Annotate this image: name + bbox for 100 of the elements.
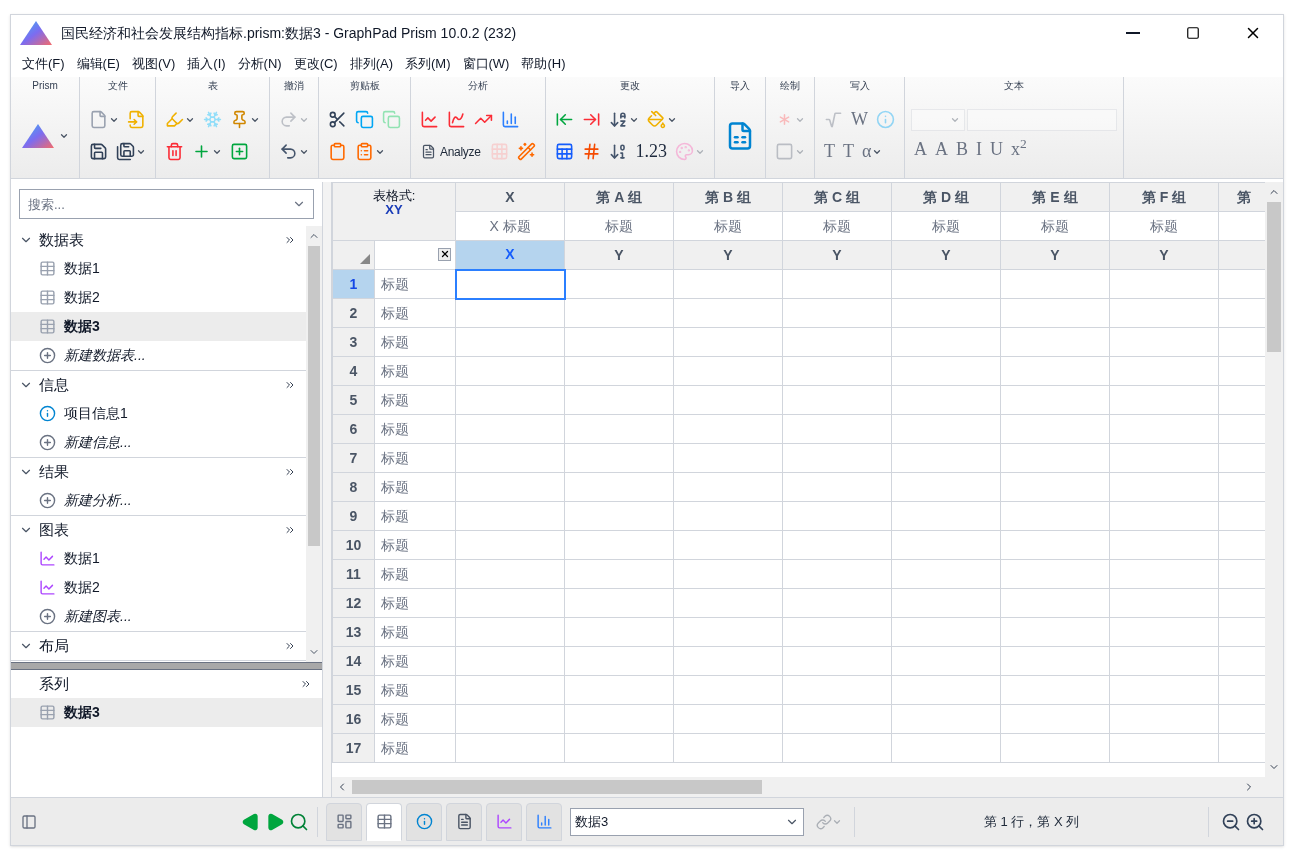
section-header[interactable]: 布局 xyxy=(11,632,306,660)
sheet-select[interactable]: 数据3 xyxy=(570,807,804,836)
row-title-placeholder[interactable]: 标题 xyxy=(381,536,409,553)
next-button[interactable] xyxy=(265,811,285,832)
menu-item[interactable]: 插入(I) xyxy=(182,54,231,74)
row-title-placeholder[interactable]: 标题 xyxy=(381,507,409,524)
previous-button[interactable] xyxy=(241,811,261,832)
row-title-placeholder[interactable]: 标题 xyxy=(381,391,409,408)
row-title-placeholder[interactable]: 标题 xyxy=(381,739,409,756)
scroll-thumb[interactable] xyxy=(1267,202,1281,352)
row-title-placeholder[interactable]: 标题 xyxy=(381,681,409,698)
row-number[interactable]: 5 xyxy=(332,385,375,415)
row-number[interactable]: 15 xyxy=(332,675,375,705)
menu-item[interactable]: 更改(C) xyxy=(288,54,343,74)
section-header[interactable]: 数据表 xyxy=(11,226,306,254)
row-number[interactable]: 16 xyxy=(332,704,375,734)
navigator-item[interactable]: 项目信息1 xyxy=(11,399,306,428)
sheet-tab[interactable] xyxy=(526,802,562,841)
navigator-item[interactable]: 新建图表... xyxy=(11,602,306,631)
row-number[interactable]: 3 xyxy=(332,327,375,357)
section-header[interactable]: 图表 xyxy=(11,516,306,544)
section-header[interactable]: 信息 xyxy=(11,371,306,399)
row-number[interactable]: 1 xyxy=(332,269,375,299)
sheet-tab[interactable] xyxy=(406,802,442,841)
column-type-cell[interactable]: Y xyxy=(782,240,892,270)
navigator-toggle-button[interactable] xyxy=(21,813,37,830)
row-title-placeholder[interactable]: 标题 xyxy=(381,362,409,379)
menu-item[interactable]: 系列(M) xyxy=(400,54,456,74)
menu-item[interactable]: 分析(N) xyxy=(232,54,287,74)
row-title-placeholder[interactable]: 标题 xyxy=(381,594,409,611)
column-subtitle[interactable]: 标题 xyxy=(605,217,633,234)
column-header[interactable]: X xyxy=(455,182,565,212)
analyze-button[interactable]: Analyze xyxy=(417,139,485,164)
row-title-placeholder[interactable]: 标题 xyxy=(381,652,409,669)
column-subtitle[interactable]: 标题 xyxy=(1150,217,1178,234)
search-field[interactable]: 搜索... xyxy=(19,189,314,219)
menu-item[interactable]: 编辑(E) xyxy=(71,54,125,74)
row-number[interactable]: 8 xyxy=(332,472,375,502)
column-type-cell[interactable]: Y xyxy=(891,240,1001,270)
column-header[interactable]: 第 A 组 xyxy=(564,182,674,212)
row-title-placeholder[interactable]: 标题 xyxy=(381,333,409,350)
row-number[interactable]: 14 xyxy=(332,646,375,676)
row-title-placeholder[interactable]: 标题 xyxy=(381,710,409,727)
navigator-item[interactable]: 数据1 xyxy=(11,544,306,573)
navigator-item[interactable]: 数据3 xyxy=(11,698,322,727)
column-subtitle[interactable]: 标题 xyxy=(1041,217,1069,234)
row-number[interactable]: 7 xyxy=(332,443,375,473)
scrollbar[interactable] xyxy=(306,226,322,662)
column-header[interactable]: 第 E 组 xyxy=(1000,182,1110,212)
find-button[interactable] xyxy=(289,811,309,832)
close-button[interactable] xyxy=(438,247,451,261)
navigator-item[interactable]: 数据3 xyxy=(11,312,306,341)
column-header[interactable]: 第 xyxy=(1218,182,1265,212)
menu-item[interactable]: 文件(F) xyxy=(17,54,70,74)
column-type-cell[interactable]: Y xyxy=(564,240,674,270)
column-type-cell[interactable]: Y xyxy=(1109,240,1219,270)
scrollbar[interactable] xyxy=(332,777,1283,797)
row-number[interactable]: 6 xyxy=(332,414,375,444)
column-header[interactable]: 第 C 组 xyxy=(782,182,892,212)
navigator-item[interactable]: 数据1 xyxy=(11,254,306,283)
row-title-placeholder[interactable]: 标题 xyxy=(381,623,409,640)
scroll-thumb[interactable] xyxy=(352,780,762,794)
column-type-cell[interactable]: X xyxy=(455,240,565,270)
row-number[interactable]: 13 xyxy=(332,617,375,647)
format-button[interactable]: 1.23 xyxy=(632,138,671,165)
zoom-in-button[interactable] xyxy=(1245,811,1265,832)
row-number[interactable]: 17 xyxy=(332,733,375,763)
column-type-cell[interactable]: Y xyxy=(673,240,783,270)
menu-item[interactable]: 帮助(H) xyxy=(516,54,571,74)
sheet-tab[interactable] xyxy=(366,802,402,841)
column-header[interactable]: 第 F 组 xyxy=(1109,182,1219,212)
data-cell[interactable] xyxy=(455,269,565,299)
column-type-cell[interactable]: Y xyxy=(1000,240,1110,270)
column-subtitle[interactable]: 标题 xyxy=(823,217,851,234)
column-subtitle[interactable]: 标题 xyxy=(714,217,742,234)
row-number[interactable]: 2 xyxy=(332,298,375,328)
row-title-placeholder[interactable]: 标题 xyxy=(381,478,409,495)
sheet-tab[interactable] xyxy=(326,802,362,841)
navigator-item[interactable]: 新建分析... xyxy=(11,486,306,515)
column-header[interactable]: 第 D 组 xyxy=(891,182,1001,212)
navigator-item[interactable]: 新建信息... xyxy=(11,428,306,457)
row-title-placeholder[interactable]: 标题 xyxy=(381,565,409,582)
zoom-out-button[interactable] xyxy=(1221,811,1241,832)
row-number[interactable]: 12 xyxy=(332,588,375,618)
navigator-item[interactable]: 数据2 xyxy=(11,283,306,312)
row-title-placeholder[interactable]: 标题 xyxy=(381,449,409,466)
vertical-splitter[interactable] xyxy=(323,182,332,797)
scrollbar[interactable] xyxy=(1265,182,1283,777)
section-header[interactable]: 结果 xyxy=(11,458,306,486)
sheet-tab[interactable] xyxy=(446,802,482,841)
row-number[interactable]: 9 xyxy=(332,501,375,531)
row-title-placeholder[interactable]: 标题 xyxy=(381,275,409,292)
column-header[interactable]: 第 B 组 xyxy=(673,182,783,212)
row-number[interactable]: 10 xyxy=(332,530,375,560)
menu-item[interactable]: 窗口(W) xyxy=(457,54,515,74)
menu-item[interactable]: 视图(V) xyxy=(126,54,181,74)
row-number[interactable]: 11 xyxy=(332,559,375,589)
row-number[interactable]: 4 xyxy=(332,356,375,386)
navigator-item[interactable]: 数据2 xyxy=(11,573,306,602)
sheet-tab[interactable] xyxy=(486,802,522,841)
